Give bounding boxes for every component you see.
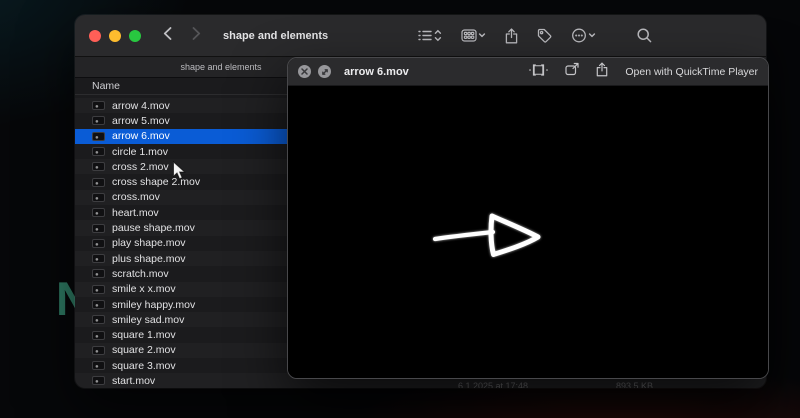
video-thumbnail-icon: [92, 208, 105, 218]
search-icon[interactable]: [637, 28, 652, 43]
date-modified-cell: 6.1.2025 at 17:48: [458, 381, 529, 388]
file-name: pause shape.mov: [112, 222, 195, 235]
mouse-cursor: [172, 160, 186, 186]
more-options-icon[interactable]: [571, 28, 596, 43]
video-thumbnail-icon: [92, 177, 105, 187]
video-preview-area[interactable]: [288, 86, 768, 378]
quicklook-share-icon[interactable]: [596, 62, 608, 82]
file-name: play shape.mov: [112, 237, 186, 250]
video-thumbnail-icon: [92, 269, 105, 279]
window-title: shape and elements: [223, 29, 329, 42]
zoom-window-button[interactable]: [129, 29, 141, 42]
video-thumbnail-icon: [92, 284, 105, 294]
file-name: smile x x.mov: [112, 283, 176, 296]
video-thumbnail-icon: [92, 345, 105, 355]
file-name: square 1.mov: [112, 329, 176, 342]
file-name: arrow 4.mov: [112, 99, 170, 112]
tab-shape-and-elements[interactable]: shape and elements: [180, 57, 261, 77]
file-name: smiley happy.mov: [112, 298, 196, 311]
tag-icon[interactable]: [537, 28, 552, 43]
video-thumbnail-icon: [92, 192, 105, 202]
video-thumbnail-icon: [92, 376, 105, 386]
file-name: plus shape.mov: [112, 252, 186, 265]
list-view-sort-icon[interactable]: [418, 28, 442, 43]
open-new-window-icon[interactable]: [565, 62, 579, 81]
window-controls: [89, 29, 141, 42]
hand-drawn-arrow-graphic: [432, 213, 541, 257]
video-thumbnail-icon: [92, 330, 105, 340]
quicklook-title: arrow 6.mov: [344, 65, 409, 78]
video-thumbnail-icon: [92, 162, 105, 172]
file-name: cross shape 2.mov: [112, 176, 201, 189]
file-name: arrow 5.mov: [112, 114, 170, 127]
trim-icon[interactable]: [529, 63, 549, 81]
quicklook-window: arrow 6.mov Open with QuickTime Player: [287, 57, 769, 379]
open-with-quicktime-button[interactable]: Open with QuickTime Player: [625, 66, 758, 78]
video-thumbnail-icon: [92, 116, 105, 126]
video-thumbnail-icon: [92, 254, 105, 264]
forward-button[interactable]: [192, 26, 201, 45]
quicklook-fullscreen-button[interactable]: [318, 65, 331, 78]
video-thumbnail-icon: [92, 147, 105, 157]
file-name: start.mov: [112, 374, 156, 387]
finder-titlebar: shape and elements: [75, 15, 766, 57]
close-window-button[interactable]: [89, 29, 101, 42]
share-icon[interactable]: [505, 27, 518, 44]
file-name: scratch.mov: [112, 267, 169, 280]
minimize-window-button[interactable]: [109, 29, 121, 42]
file-name: heart.mov: [112, 206, 159, 219]
file-name: square 3.mov: [112, 359, 176, 372]
group-view-icon[interactable]: [461, 28, 486, 43]
file-size-cell: 893.5 KB: [616, 381, 654, 388]
back-button[interactable]: [163, 26, 172, 45]
file-name: smiley sad.mov: [112, 313, 185, 326]
video-thumbnail-icon: [92, 101, 105, 111]
file-name: arrow 6.mov: [112, 130, 170, 143]
video-thumbnail-icon: [92, 223, 105, 233]
video-thumbnail-icon: [92, 238, 105, 248]
file-name: cross.mov: [112, 191, 160, 204]
quicklook-titlebar: arrow 6.mov Open with QuickTime Player: [288, 58, 768, 86]
file-name: circle 1.mov: [112, 145, 169, 158]
video-thumbnail-icon: [92, 300, 105, 309]
file-name: cross 2.mov: [112, 160, 169, 173]
quicklook-close-button[interactable]: [298, 65, 311, 78]
file-name: square 2.mov: [112, 344, 176, 357]
video-thumbnail-icon: [92, 315, 105, 325]
video-thumbnail-icon: [92, 131, 105, 141]
video-thumbnail-icon: [92, 361, 105, 371]
